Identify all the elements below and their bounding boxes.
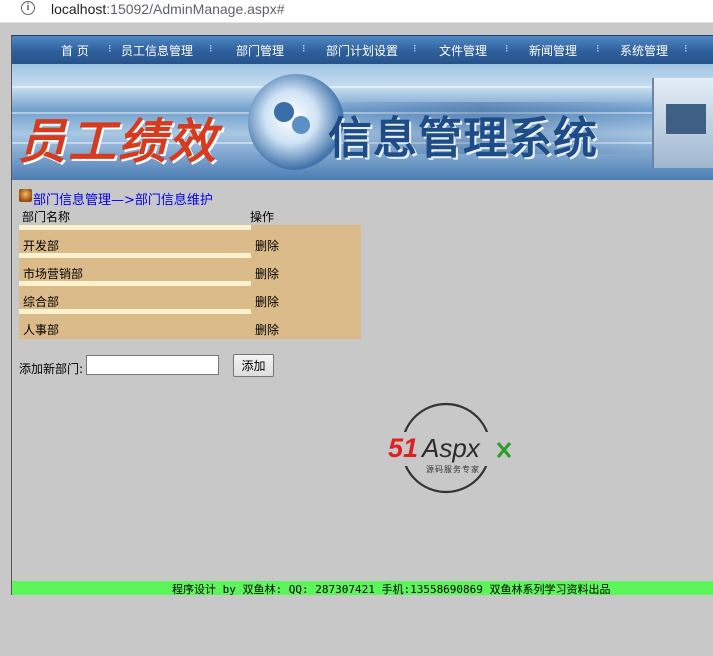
table-row: 人事部 删除 — [19, 309, 361, 337]
nav-separator: ⁝ — [684, 42, 688, 55]
folder-icon — [19, 189, 32, 202]
table-row: 开发部 删除 — [19, 225, 361, 253]
footer-bar: 程序设计 by 双鱼林: QQ: 287307421 手机:1355869086… — [12, 581, 713, 596]
url-text[interactable]: localhost:15092/AdminManage.aspx# — [51, 1, 285, 17]
delete-link[interactable]: 删除 — [255, 293, 279, 310]
department-name: 市场营销部 — [23, 267, 84, 281]
51aspx-logo: 51 Aspx 源码服务专家 — [386, 402, 520, 494]
nav-files[interactable]: 文件管理 — [439, 42, 487, 59]
nav-separator: ⁝ — [413, 42, 417, 55]
table-row: 市场营销部 删除 — [19, 253, 361, 281]
logo-51-text: 51 — [388, 433, 418, 463]
nav-news[interactable]: 新闻管理 — [529, 42, 577, 59]
nav-employee-info[interactable]: 员工信息管理 — [121, 42, 193, 59]
address-bar[interactable]: i localhost:15092/AdminManage.aspx# — [0, 0, 713, 23]
banner-title-right: 信息管理系统 — [328, 113, 598, 164]
department-name: 人事部 — [23, 323, 60, 337]
header-banner: 员工绩效 信息管理系统 — [12, 64, 713, 180]
top-nav: 首 页 ⁝ 员工信息管理 ⁝ 部门管理 ⁝ 部门计划设置 ⁝ 文件管理 ⁝ 新闻… — [12, 35, 713, 64]
logo-tagline: 源码服务专家 — [426, 464, 480, 474]
page-frame: 首 页 ⁝ 员工信息管理 ⁝ 部门管理 ⁝ 部门计划设置 ⁝ 文件管理 ⁝ 新闻… — [11, 35, 713, 596]
delete-link[interactable]: 删除 — [255, 321, 279, 338]
url-host: localhost — [51, 1, 107, 17]
nav-separator: ⁝ — [108, 42, 112, 55]
nav-separator: ⁝ — [209, 42, 213, 55]
url-path: :15092/AdminManage.aspx# — [106, 1, 285, 17]
breadcrumb[interactable]: 部门信息管理—>部门信息维护 — [33, 189, 213, 208]
delete-link[interactable]: 删除 — [255, 237, 279, 254]
add-button[interactable]: 添加 — [233, 354, 274, 377]
nav-separator: ⁝ — [596, 42, 600, 55]
info-icon[interactable]: i — [21, 1, 35, 15]
column-header-name: 部门名称 — [22, 210, 71, 224]
table-row: 综合部 删除 — [19, 281, 361, 309]
banner-title-left: 员工绩效 — [18, 116, 219, 169]
nav-system[interactable]: 系统管理 — [620, 42, 668, 59]
delete-link[interactable]: 删除 — [255, 265, 279, 282]
department-name: 综合部 — [23, 295, 60, 309]
nav-separator: ⁝ — [302, 42, 306, 55]
footer-text: 程序设计 by 双鱼林: QQ: 287307421 手机:1355869086… — [172, 583, 611, 596]
nav-separator: ⁝ — [505, 42, 509, 55]
logo-aspx-text: Aspx — [420, 433, 481, 463]
new-department-input[interactable] — [86, 355, 219, 375]
add-department-label: 添加新部门: — [19, 362, 84, 376]
column-header-action: 操作 — [250, 210, 275, 224]
department-name: 开发部 — [23, 239, 60, 253]
nav-home[interactable]: 首 页 — [61, 42, 89, 59]
department-table: 开发部 删除 市场营销部 删除 综合部 删除 人事部 删除 — [19, 225, 361, 339]
nav-department[interactable]: 部门管理 — [236, 42, 284, 59]
nav-dept-plan[interactable]: 部门计划设置 — [326, 42, 398, 59]
